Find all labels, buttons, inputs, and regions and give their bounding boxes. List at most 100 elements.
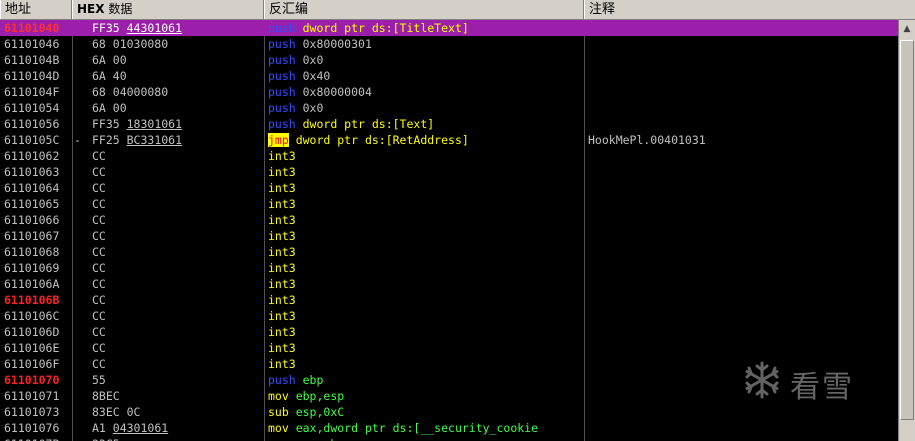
hex-bytes: CC — [92, 293, 106, 307]
column-address[interactable]: 地址 — [0, 0, 72, 19]
address-cell: 61101076 — [4, 421, 60, 435]
table-row[interactable]: 6110107B 33C5 xor eax,ebp — [0, 436, 898, 441]
table-row[interactable]: 6110106D CC int3 — [0, 324, 898, 340]
hex-cell: CC — [92, 164, 262, 180]
comment-cell — [588, 100, 888, 116]
table-row[interactable]: 61101064 CC int3 — [0, 180, 898, 196]
disassembly-cell: push 0x80000301 — [268, 36, 581, 52]
table-row[interactable]: 61101073 83EC 0C sub esp,0xC — [0, 404, 898, 420]
disassembly-cell: int3 — [268, 196, 581, 212]
opcode: push — [268, 53, 296, 67]
hex-address-bytes: 44301061 — [126, 21, 183, 35]
jump-indicator — [74, 356, 86, 372]
opcode: push — [268, 85, 296, 99]
jump-indicator — [74, 404, 86, 420]
watermark: 看雪 — [742, 356, 892, 405]
jump-indicator — [74, 228, 86, 244]
hex-cell: CC — [92, 308, 262, 324]
table-row[interactable]: 61101069 CC int3 — [0, 260, 898, 276]
disassembly-cell: int3 — [268, 308, 581, 324]
disassembly-cell: int3 — [268, 228, 581, 244]
table-row[interactable]: 61101067 CC int3 — [0, 228, 898, 244]
table-row[interactable]: 6110105C - FF25 BC331061 jmp dword ptr ds:[… — [0, 132, 898, 148]
disassembly-cell: push 0x0 — [268, 52, 581, 68]
disassembly-cell: push 0x80000004 — [268, 84, 581, 100]
column-comment[interactable]: 注释 — [584, 0, 915, 19]
address-cell: 6110106B — [4, 293, 60, 307]
table-row[interactable]: 6110106E CC int3 — [0, 340, 898, 356]
disassembly-cell: push 0x40 — [268, 68, 581, 84]
hex-bytes: CC — [92, 245, 106, 259]
vertical-scrollbar[interactable]: ▲ — [898, 20, 915, 441]
disassembly-cell: int3 — [268, 244, 581, 260]
address-cell: 61101067 — [4, 229, 60, 243]
table-row[interactable]: 61101068 CC int3 — [0, 244, 898, 260]
table-row[interactable]: 61101076 A1 04301061 mov eax,dword ptr ds:… — [0, 420, 898, 436]
comment-cell — [588, 196, 888, 212]
column-disassembly[interactable]: 反汇编 — [264, 0, 584, 19]
snowflake-icon — [745, 361, 779, 399]
opcode: push — [268, 373, 296, 387]
operand: dword ptr ds:[Text] — [295, 117, 435, 131]
opcode: int3 — [268, 293, 296, 307]
table-row[interactable]: 6110104B 6A 00 push 0x0 — [0, 52, 898, 68]
operand: ebp — [295, 373, 324, 387]
hex-bytes: FF35 — [92, 117, 127, 131]
hex-cell: CC — [92, 196, 262, 212]
opcode: push — [268, 37, 296, 51]
comment-cell — [588, 436, 888, 441]
comment-cell — [588, 292, 888, 308]
jump-indicator — [74, 420, 86, 436]
hex-cell: CC — [92, 324, 262, 340]
disassembly-cell: push ebp — [268, 372, 581, 388]
table-row[interactable]: 61101063 CC int3 — [0, 164, 898, 180]
table-row[interactable]: 6110106B CC int3 — [0, 292, 898, 308]
operand: 0x40 — [295, 69, 331, 83]
opcode: int3 — [268, 213, 296, 227]
address-cell: 6110106E — [4, 341, 60, 355]
hex-address-bytes: BC331061 — [126, 133, 183, 147]
address-cell: 6110104F — [4, 85, 60, 99]
table-row[interactable]: 6110106C CC int3 — [0, 308, 898, 324]
table-row[interactable]: 61101065 CC int3 — [0, 196, 898, 212]
operand: eax,dword ptr ds:[__security_cookie — [288, 421, 539, 435]
table-row[interactable]: 61101040 FF35 44301061 push dword ptr ds:[… — [0, 20, 898, 36]
table-row[interactable]: 6110104F 68 04000080 push 0x80000004 — [0, 84, 898, 100]
opcode: int3 — [268, 229, 296, 243]
arrow-up-icon[interactable]: ▲ — [900, 22, 914, 36]
disassembly-cell: push dword ptr ds:[Text] — [268, 116, 581, 132]
table-row[interactable]: 6110106A CC int3 — [0, 276, 898, 292]
disassembly-cell: int3 — [268, 212, 581, 228]
scroll-thumb[interactable] — [900, 40, 914, 420]
opcode: mov — [268, 389, 289, 403]
address-cell: 6110107B — [4, 436, 68, 441]
disassembly-cell: mov eax,dword ptr ds:[__security_cookie — [268, 420, 581, 436]
comment-cell — [588, 212, 888, 228]
address-cell: 6110105C — [4, 133, 60, 147]
address-cell: 6110106A — [4, 277, 60, 291]
table-row[interactable]: 61101062 CC int3 — [0, 148, 898, 164]
disassembly-cell: int3 — [268, 340, 581, 356]
column-hex-label-rest: 数据 — [104, 2, 133, 16]
table-row[interactable]: 61101066 CC int3 — [0, 212, 898, 228]
address-cell: 61101063 — [4, 165, 60, 179]
table-row[interactable]: 61101046 68 01030080 push 0x80000301 — [0, 36, 898, 52]
address-cell: 6110106D — [4, 325, 60, 339]
table-row[interactable]: 61101054 6A 00 push 0x0 — [0, 100, 898, 116]
hex-cell: 8BEC — [92, 388, 262, 404]
hex-bytes: CC — [92, 165, 106, 179]
jump-indicator — [74, 164, 86, 180]
table-row[interactable]: 61101056 FF35 18301061 push dword ptr ds:[… — [0, 116, 898, 132]
disassembly-cell: int3 — [268, 276, 581, 292]
column-hex[interactable]: HEX 数据 — [72, 0, 264, 19]
hex-cell: CC — [92, 292, 262, 308]
hex-cell: CC — [92, 356, 262, 372]
comment-cell — [588, 36, 888, 52]
jump-indicator — [74, 212, 86, 228]
jump-indicator — [74, 148, 86, 164]
address-cell: 61101064 — [4, 181, 60, 195]
disassembly-cell: push 0x0 — [268, 100, 581, 116]
table-row[interactable]: 6110104D 6A 40 push 0x40 — [0, 68, 898, 84]
hex-bytes: CC — [92, 325, 106, 339]
opcode: xor — [268, 437, 289, 441]
